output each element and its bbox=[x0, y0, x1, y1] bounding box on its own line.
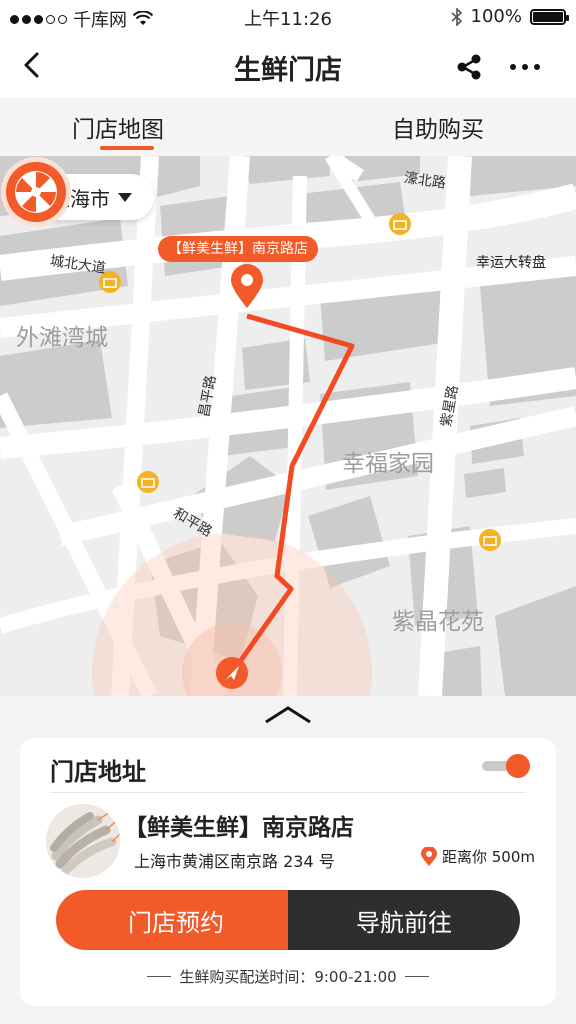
district-label: 幸福家园 bbox=[342, 451, 434, 477]
battery-percent: 100% bbox=[470, 6, 522, 27]
battery-icon bbox=[530, 8, 569, 25]
lucky-wheel-label[interactable]: 幸运大转盘 bbox=[476, 252, 546, 272]
caret-down-icon bbox=[118, 192, 132, 202]
status-right: 100% bbox=[450, 6, 569, 27]
share-icon[interactable] bbox=[454, 52, 484, 82]
status-bar: 千库网 上午11:26 100% bbox=[0, 0, 576, 32]
chevron-up-icon[interactable] bbox=[262, 704, 314, 726]
store-address: 上海市黄浦区南京路 234 号 bbox=[134, 852, 335, 871]
location-pin-icon bbox=[421, 846, 437, 866]
delivery-hours: 生鲜购买配送时间：9:00-21:00 bbox=[20, 966, 556, 987]
district-label: 紫晶花苑 bbox=[392, 609, 484, 635]
store-card: 门店地址 【鲜美生鲜】南京路店 上海市黄浦区南京路 234 号 距离你 500m… bbox=[20, 738, 556, 1006]
store-map-tag[interactable]: 【鲜美生鲜】南京路店 bbox=[158, 236, 318, 262]
address-toggle[interactable] bbox=[482, 754, 530, 778]
shrimp-image bbox=[46, 804, 120, 878]
page-title: 生鲜门店 bbox=[234, 55, 342, 86]
nav-bar: 生鲜门店 bbox=[0, 32, 576, 98]
distance-text: 距离你 500m bbox=[442, 848, 536, 866]
bluetooth-icon bbox=[450, 7, 462, 26]
divider-line bbox=[147, 976, 172, 977]
card-title: 门店地址 bbox=[50, 758, 146, 786]
store-thumbnail bbox=[46, 804, 120, 878]
store-map[interactable]: 濠北路 城北大道 昌平路 紫星路 和平路 外滩湾城 幸福家园 紫晶花苑 上海市 … bbox=[0, 156, 576, 696]
tab-self-purchase[interactable]: 自助购买 bbox=[392, 110, 484, 144]
reserve-store-button[interactable]: 门店预约 bbox=[56, 890, 296, 950]
tab-store-map[interactable]: 门店地图 bbox=[72, 110, 164, 144]
more-options-icon[interactable] bbox=[510, 52, 550, 82]
tab-bar: 门店地图 自助购买 bbox=[0, 98, 576, 156]
divider bbox=[50, 792, 526, 793]
store-name: 【鲜美生鲜】南京路店 bbox=[124, 815, 354, 841]
district-label: 外滩湾城 bbox=[16, 325, 108, 351]
lucky-wheel-icon[interactable] bbox=[0, 156, 72, 228]
divider-line bbox=[404, 976, 429, 977]
distance-info: 距离你 500m bbox=[420, 846, 535, 867]
delivery-hours-text: 生鲜购买配送时间：9:00-21:00 bbox=[179, 968, 397, 986]
navigate-button[interactable]: 导航前往 bbox=[288, 890, 520, 950]
active-tab-indicator bbox=[100, 146, 154, 150]
